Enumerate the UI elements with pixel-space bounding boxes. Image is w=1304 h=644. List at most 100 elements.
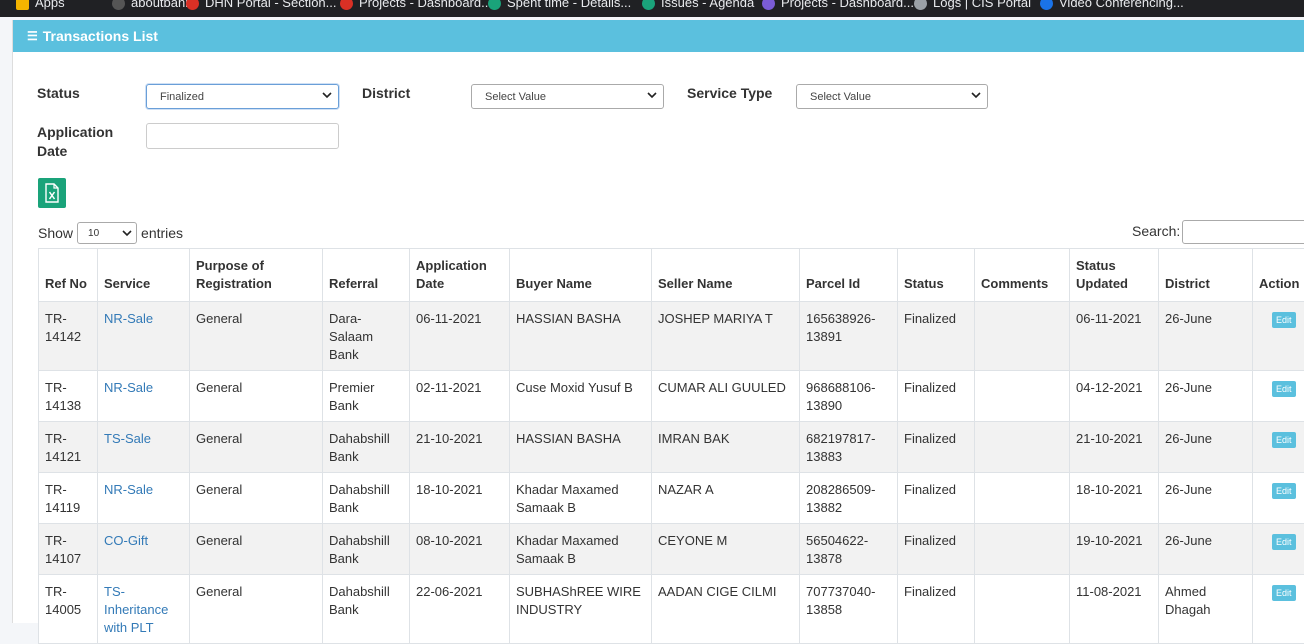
transactions-table: Ref NoServicePurpose of RegistrationRefe… (38, 248, 1304, 644)
cell-buyer: HASSIAN BASHA (510, 302, 652, 371)
cell-service[interactable]: NR-Sale (98, 473, 190, 524)
chevron-down-icon (647, 90, 657, 100)
cell-app-date: 06-11-2021 (410, 302, 510, 371)
excel-file-icon (44, 183, 60, 203)
cell-parcel: 208286509-13882 (800, 473, 898, 524)
bookmark-label: Spent time - Details... (507, 0, 631, 13)
cell-comments (975, 302, 1070, 371)
cell-referral: Dahabshill Bank (323, 422, 410, 473)
table-row: TR-14005TS-Inheritance with PLTGeneralDa… (39, 575, 1304, 644)
cell-action: Edit (1253, 302, 1304, 371)
application-date-label-line1: Application (37, 123, 113, 142)
bookmark-item[interactable]: Video Conferencing... (1040, 0, 1184, 13)
application-date-input[interactable] (146, 123, 339, 149)
column-header[interactable]: Buyer Name (510, 249, 652, 302)
column-header[interactable]: Action (1253, 249, 1304, 302)
cell-service[interactable]: NR-Sale (98, 371, 190, 422)
bookmark-item[interactable]: Projects - Dashboard... (762, 0, 914, 13)
cell-action: Edit (1253, 473, 1304, 524)
district-select[interactable]: Select Value (471, 84, 664, 109)
column-header[interactable]: District (1159, 249, 1253, 302)
column-header[interactable]: Parcel Id (800, 249, 898, 302)
cell-service[interactable]: NR-Sale (98, 302, 190, 371)
column-header[interactable]: Service (98, 249, 190, 302)
bookmark-item[interactable]: Issues - Agenda (642, 0, 754, 13)
cell-updated: 04-12-2021 (1070, 371, 1159, 422)
cell-parcel: 165638926-13891 (800, 302, 898, 371)
service-type-label: Service Type (687, 84, 772, 103)
cell-comments (975, 473, 1070, 524)
cell-service[interactable]: TS-Sale (98, 422, 190, 473)
bookmark-label: Video Conferencing... (1059, 0, 1184, 13)
bookmark-icon (642, 0, 655, 10)
edit-button[interactable]: Edit (1272, 381, 1296, 397)
bookmark-item[interactable]: Spent time - Details... (488, 0, 631, 13)
cell-buyer: SUBHAShREE WIRE INDUSTRY (510, 575, 652, 644)
cell-referral: Premier Bank (323, 371, 410, 422)
bookmark-item[interactable]: Logs | CIS Portal (914, 0, 1031, 13)
cell-referral: Dara-Salaam Bank (323, 302, 410, 371)
district-select-value: Select Value (485, 91, 546, 103)
column-header[interactable]: Referral (323, 249, 410, 302)
cell-purpose: General (190, 524, 323, 575)
bookmark-label: DHN Portal - Section... (205, 0, 337, 13)
service-type-select[interactable]: Select Value (796, 84, 988, 109)
cell-comments (975, 422, 1070, 473)
table-row: TR-14121TS-SaleGeneralDahabshill Bank21-… (39, 422, 1304, 473)
entries-select[interactable]: 10 (77, 222, 137, 244)
entries-select-value: 10 (88, 228, 99, 239)
edit-button[interactable]: Edit (1272, 534, 1296, 550)
cell-purpose: General (190, 473, 323, 524)
search-input[interactable] (1182, 220, 1304, 244)
table-row: TR-14119NR-SaleGeneralDahabshill Bank18-… (39, 473, 1304, 524)
chevron-down-icon (122, 228, 132, 238)
chevron-down-icon (971, 90, 981, 100)
column-header[interactable]: Status Updated (1070, 249, 1159, 302)
cell-service[interactable]: CO-Gift (98, 524, 190, 575)
edit-button[interactable]: Edit (1272, 483, 1296, 499)
column-header[interactable]: Purpose of Registration (190, 249, 323, 302)
edit-button[interactable]: Edit (1272, 312, 1296, 328)
cell-seller: NAZAR A (652, 473, 800, 524)
cell-service[interactable]: TS-Inheritance with PLT (98, 575, 190, 644)
cell-purpose: General (190, 422, 323, 473)
show-label: Show (38, 225, 73, 241)
bookmark-icon (340, 0, 353, 10)
cell-buyer: Cuse Moxid Yusuf B (510, 371, 652, 422)
cell-district: 26-June (1159, 302, 1253, 371)
table-header-row: Ref NoServicePurpose of RegistrationRefe… (39, 249, 1304, 302)
excel-export-button[interactable] (38, 178, 66, 208)
column-header[interactable]: Status (898, 249, 975, 302)
cell-district: 26-June (1159, 371, 1253, 422)
column-header[interactable]: Application Date (410, 249, 510, 302)
cell-parcel: 707737040-13858 (800, 575, 898, 644)
cell-updated: 21-10-2021 (1070, 422, 1159, 473)
list-icon: ☰ (27, 29, 38, 43)
search-label: Search: (1132, 223, 1180, 239)
cell-updated: 19-10-2021 (1070, 524, 1159, 575)
entries-label: entries (141, 225, 183, 241)
cell-ref: TR-14107 (39, 524, 98, 575)
cell-ref: TR-14005 (39, 575, 98, 644)
application-date-label-line2: Date (37, 142, 113, 161)
status-select[interactable]: Finalized (146, 84, 339, 109)
bookmark-item[interactable]: DHN Portal - Section... (186, 0, 337, 13)
column-header[interactable]: Ref No (39, 249, 98, 302)
cell-referral: Dahabshill Bank (323, 524, 410, 575)
cell-app-date: 08-10-2021 (410, 524, 510, 575)
bookmark-icon (112, 0, 125, 10)
column-header[interactable]: Comments (975, 249, 1070, 302)
cell-seller: AADAN CIGE CILMI (652, 575, 800, 644)
bookmark-label: Logs | CIS Portal (933, 0, 1031, 13)
cell-status: Finalized (898, 371, 975, 422)
transactions-card: ☰ Transactions List Status Finalized Dis… (12, 20, 1304, 623)
bookmark-item[interactable]: Projects - Dashboard... (340, 0, 492, 13)
bookmark-item[interactable]: Apps (16, 0, 65, 13)
column-header[interactable]: Seller Name (652, 249, 800, 302)
edit-button[interactable]: Edit (1272, 432, 1296, 448)
edit-button[interactable]: Edit (1272, 585, 1296, 601)
cell-parcel: 682197817-13883 (800, 422, 898, 473)
cell-district: Ahmed Dhagah (1159, 575, 1253, 644)
bookmark-item[interactable]: aboutbank (112, 0, 192, 13)
cell-updated: 06-11-2021 (1070, 302, 1159, 371)
